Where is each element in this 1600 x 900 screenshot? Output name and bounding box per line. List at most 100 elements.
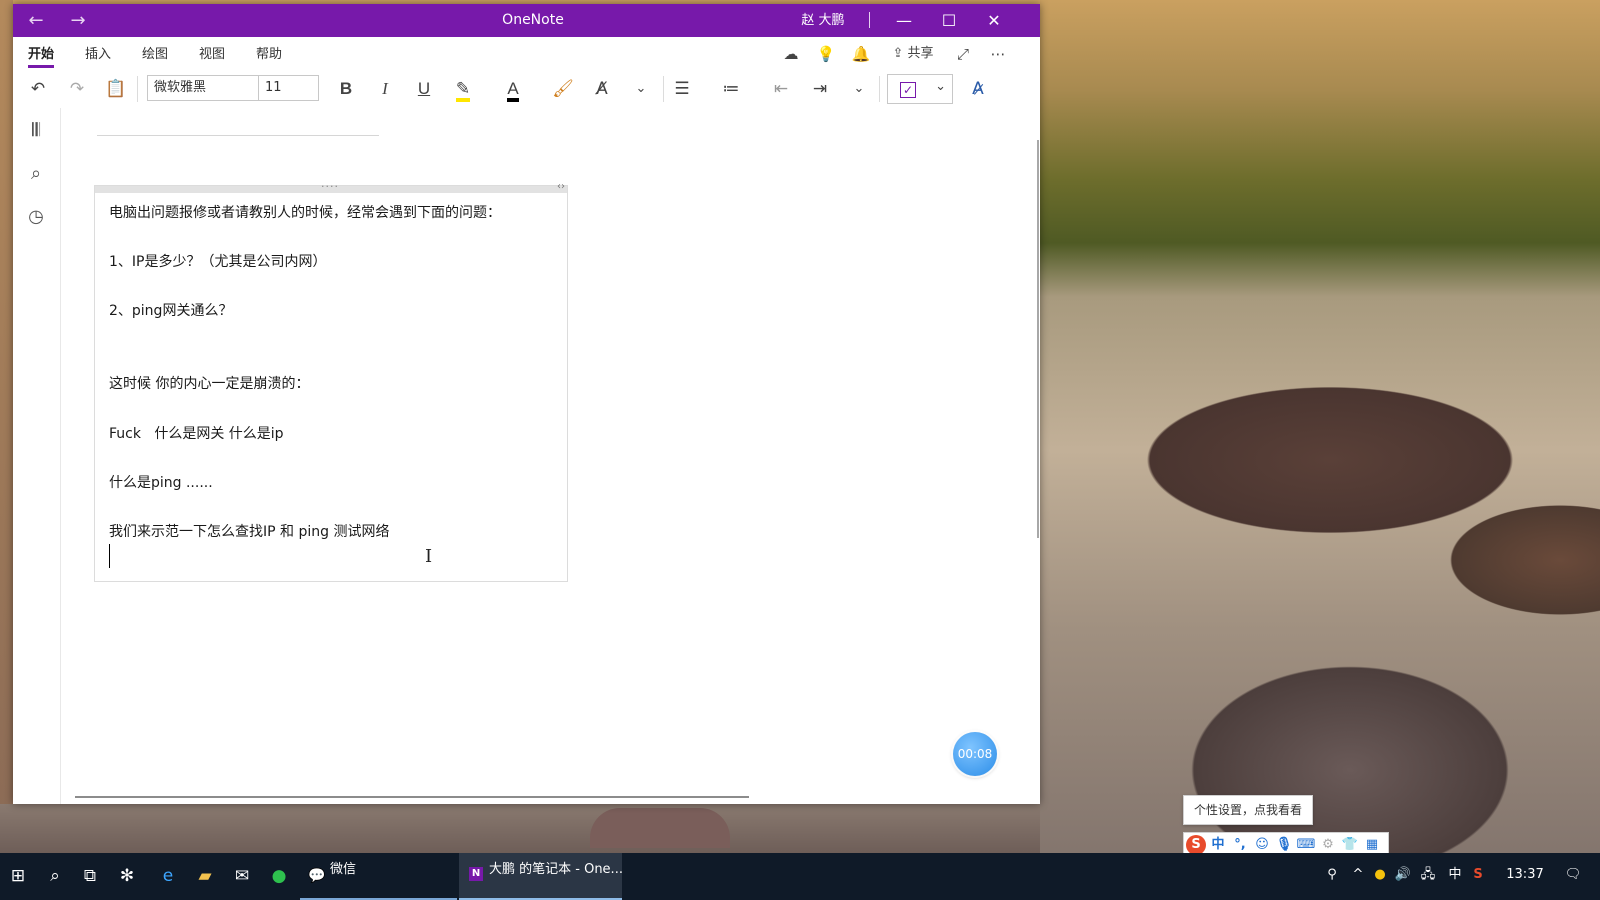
vertical-scrollbar[interactable] bbox=[1037, 140, 1039, 538]
drag-grip-icon[interactable]: ···· bbox=[321, 180, 339, 193]
ime-mode-button[interactable]: 中 bbox=[1208, 835, 1228, 855]
page-canvas[interactable]: ···· ‹› 电脑出问题报修或者请教别人的时候，经常会遇到下面的问题： 1、I… bbox=[61, 108, 1040, 804]
note-paragraph[interactable]: Fuck 什么是网关 什么是ip bbox=[109, 423, 284, 443]
network-icon[interactable]: 🖧 bbox=[1418, 863, 1438, 887]
ime-punctuation-button[interactable]: °, bbox=[1230, 835, 1250, 855]
tab-home[interactable]: 开始 bbox=[28, 43, 55, 68]
font-picker[interactable]: 微软雅黑 11 bbox=[147, 75, 319, 101]
start-windows-icon[interactable]: ⊞ bbox=[0, 859, 36, 893]
mail-icon[interactable]: ✉ bbox=[224, 859, 260, 893]
lightbulb-icon[interactable]: 💡 bbox=[812, 43, 840, 65]
onenote-icon: N bbox=[469, 867, 483, 881]
page-title-field[interactable] bbox=[97, 135, 379, 136]
clipboard-icon[interactable]: 📋 bbox=[99, 74, 133, 104]
recent-notes-clock-icon[interactable]: ◷ bbox=[21, 202, 51, 232]
highlighter-icon: ✎ bbox=[455, 80, 471, 102]
redo-icon[interactable]: ↷ bbox=[60, 74, 94, 104]
ime-tooltip[interactable]: 个性设置，点我看看 bbox=[1183, 795, 1313, 825]
note-container-handle[interactable]: ···· ‹› bbox=[95, 180, 567, 193]
notification-bell-icon[interactable]: 🔔 bbox=[847, 43, 875, 65]
search-icon[interactable]: ⌕ bbox=[21, 159, 51, 189]
share-icon: ⇪ bbox=[892, 46, 904, 61]
toolbar-divider bbox=[879, 76, 880, 102]
settings-gear-icon[interactable]: ✻ bbox=[109, 859, 145, 893]
more-paragraph-chevron-icon[interactable]: ⌄ bbox=[842, 74, 876, 104]
clock[interactable]: 13:37 bbox=[1500, 863, 1550, 887]
numbered-list-icon[interactable]: ≔ bbox=[714, 74, 748, 104]
bullet-list-icon[interactable]: ☰ bbox=[665, 74, 699, 104]
tab-insert[interactable]: 插入 bbox=[85, 43, 111, 69]
tab-draw[interactable]: 绘图 bbox=[142, 43, 168, 69]
resize-handle-icon[interactable]: ‹› bbox=[557, 181, 565, 192]
sogou-tray-icon[interactable]: S bbox=[1468, 863, 1488, 887]
font-name-field[interactable]: 微软雅黑 bbox=[154, 76, 254, 100]
taskbar-app-wechat[interactable]: 💬 微信 bbox=[300, 853, 457, 900]
clear-formatting-icon[interactable]: A̸ bbox=[585, 74, 619, 104]
show-hidden-icons-chevron-icon[interactable]: ^ bbox=[1348, 863, 1368, 887]
wechat-icon: 💬 bbox=[308, 868, 326, 884]
undo-icon[interactable]: ↶ bbox=[21, 74, 55, 104]
back-button[interactable]: ← bbox=[13, 4, 59, 37]
file-explorer-icon[interactable]: ▰ bbox=[187, 859, 223, 893]
close-button[interactable]: ✕ bbox=[971, 4, 1017, 37]
horizontal-scrollbar[interactable] bbox=[75, 796, 749, 798]
emoji-icon[interactable]: ☺ bbox=[1252, 835, 1272, 855]
more-formatting-chevron-icon[interactable]: ⌄ bbox=[624, 74, 658, 104]
font-size-field[interactable]: 11 bbox=[258, 76, 325, 100]
account-name[interactable]: 赵 大鹏 bbox=[773, 4, 873, 37]
todo-tag-picker[interactable]: ✓ ⌄ bbox=[887, 74, 953, 104]
skin-shirt-icon[interactable]: 👕 bbox=[1340, 835, 1360, 855]
taskbar-app-onenote[interactable]: N 大鹏 的笔记本 - One... bbox=[459, 853, 623, 900]
fullscreen-icon[interactable]: ⤢ bbox=[949, 43, 977, 65]
note-paragraph[interactable]: 这时候 你的内心一定是崩溃的： bbox=[109, 373, 309, 393]
note-paragraph[interactable]: 什么是ping ...... bbox=[109, 472, 213, 492]
mouse-ibeam-cursor: I bbox=[425, 546, 433, 567]
task-view-icon[interactable]: ⧉ bbox=[72, 859, 108, 893]
share-button[interactable]: ⇪ 共享 bbox=[885, 43, 941, 65]
highlight-button[interactable]: ✎ bbox=[446, 74, 480, 104]
note-paragraph[interactable]: 我们来示范一下怎么查找IP 和 ping 测试网络 bbox=[109, 521, 389, 541]
note-paragraph[interactable]: 电脑出问题报修或者请教别人的时候，经常会遇到下面的问题： bbox=[109, 202, 501, 222]
increase-indent-icon[interactable]: ⇥ bbox=[803, 74, 837, 104]
more-options-icon[interactable]: ⋯ bbox=[984, 43, 1012, 65]
maximize-button[interactable]: ☐ bbox=[926, 4, 972, 37]
italic-button[interactable]: I bbox=[368, 74, 402, 104]
360-security-icon[interactable]: ● bbox=[1370, 863, 1390, 887]
tag-chevron-icon[interactable]: ⌄ bbox=[935, 79, 946, 94]
search-icon[interactable]: ⌕ bbox=[37, 859, 73, 893]
grid-menu-icon[interactable]: ▦ bbox=[1362, 835, 1382, 855]
note-paragraph[interactable]: 1、IP是多少？（尤其是公司内网） bbox=[109, 251, 326, 271]
underline-button[interactable]: U bbox=[407, 74, 441, 104]
recording-timer[interactable]: 00:08 bbox=[953, 732, 997, 776]
input-language-indicator[interactable]: 中 bbox=[1446, 863, 1464, 887]
keyboard-icon[interactable]: ⌨ bbox=[1296, 835, 1316, 855]
font-color-button[interactable]: A bbox=[496, 74, 530, 104]
tab-help[interactable]: 帮助 bbox=[256, 43, 282, 69]
360-browser-icon[interactable]: ● bbox=[261, 859, 297, 893]
taskbar: ⊞ ⌕ ⧉ ✻ e ▰ ✉ ● 💬 微信 N 大鹏 的笔记本 - One... … bbox=[0, 853, 1600, 900]
toolbar-divider bbox=[663, 76, 664, 102]
desktop-wallpaper-left bbox=[0, 0, 13, 853]
sync-status-icon[interactable]: ☁ bbox=[777, 43, 805, 65]
ribbon-toolbar: ↶ ↷ 📋 微软雅黑 11 B I U ✎ A 🖌 A̸ ⌄ ☰ ≔ ⇤ ⇥ ⌄… bbox=[13, 70, 1040, 109]
edge-browser-icon[interactable]: e bbox=[150, 859, 186, 893]
tab-view[interactable]: 视图 bbox=[199, 43, 225, 69]
ribbon-tabs: 开始 插入 绘图 视图 帮助 ☁ 💡 🔔 ⇪ 共享 ⤢ ⋯ bbox=[13, 37, 1040, 70]
sogou-logo-icon[interactable]: S bbox=[1186, 835, 1206, 855]
note-container[interactable]: ···· ‹› 电脑出问题报修或者请教别人的时候，经常会遇到下面的问题： 1、I… bbox=[94, 180, 568, 582]
action-center-icon[interactable]: 🗨 bbox=[1558, 863, 1588, 887]
onenote-label: 大鹏 的笔记本 - One... bbox=[489, 862, 623, 877]
forward-button[interactable]: → bbox=[55, 4, 101, 37]
title-separator bbox=[869, 12, 870, 28]
toolbox-icon[interactable]: ⚙ bbox=[1318, 835, 1338, 855]
format-painter-icon[interactable]: 🖌 bbox=[546, 74, 580, 104]
microphone-icon[interactable]: 🎙 bbox=[1274, 835, 1294, 855]
volume-icon[interactable]: 🔊 bbox=[1393, 863, 1413, 887]
bold-button[interactable]: B bbox=[329, 74, 363, 104]
people-icon[interactable]: ⚲ bbox=[1320, 863, 1344, 887]
styles-icon[interactable]: A̷ bbox=[961, 74, 995, 104]
note-paragraph[interactable]: 2、ping网关通么？ bbox=[109, 300, 232, 320]
decrease-indent-icon[interactable]: ⇤ bbox=[764, 74, 798, 104]
minimize-button[interactable]: — bbox=[881, 4, 927, 37]
notebooks-icon[interactable]: 𝄃𝄃 bbox=[21, 116, 51, 146]
